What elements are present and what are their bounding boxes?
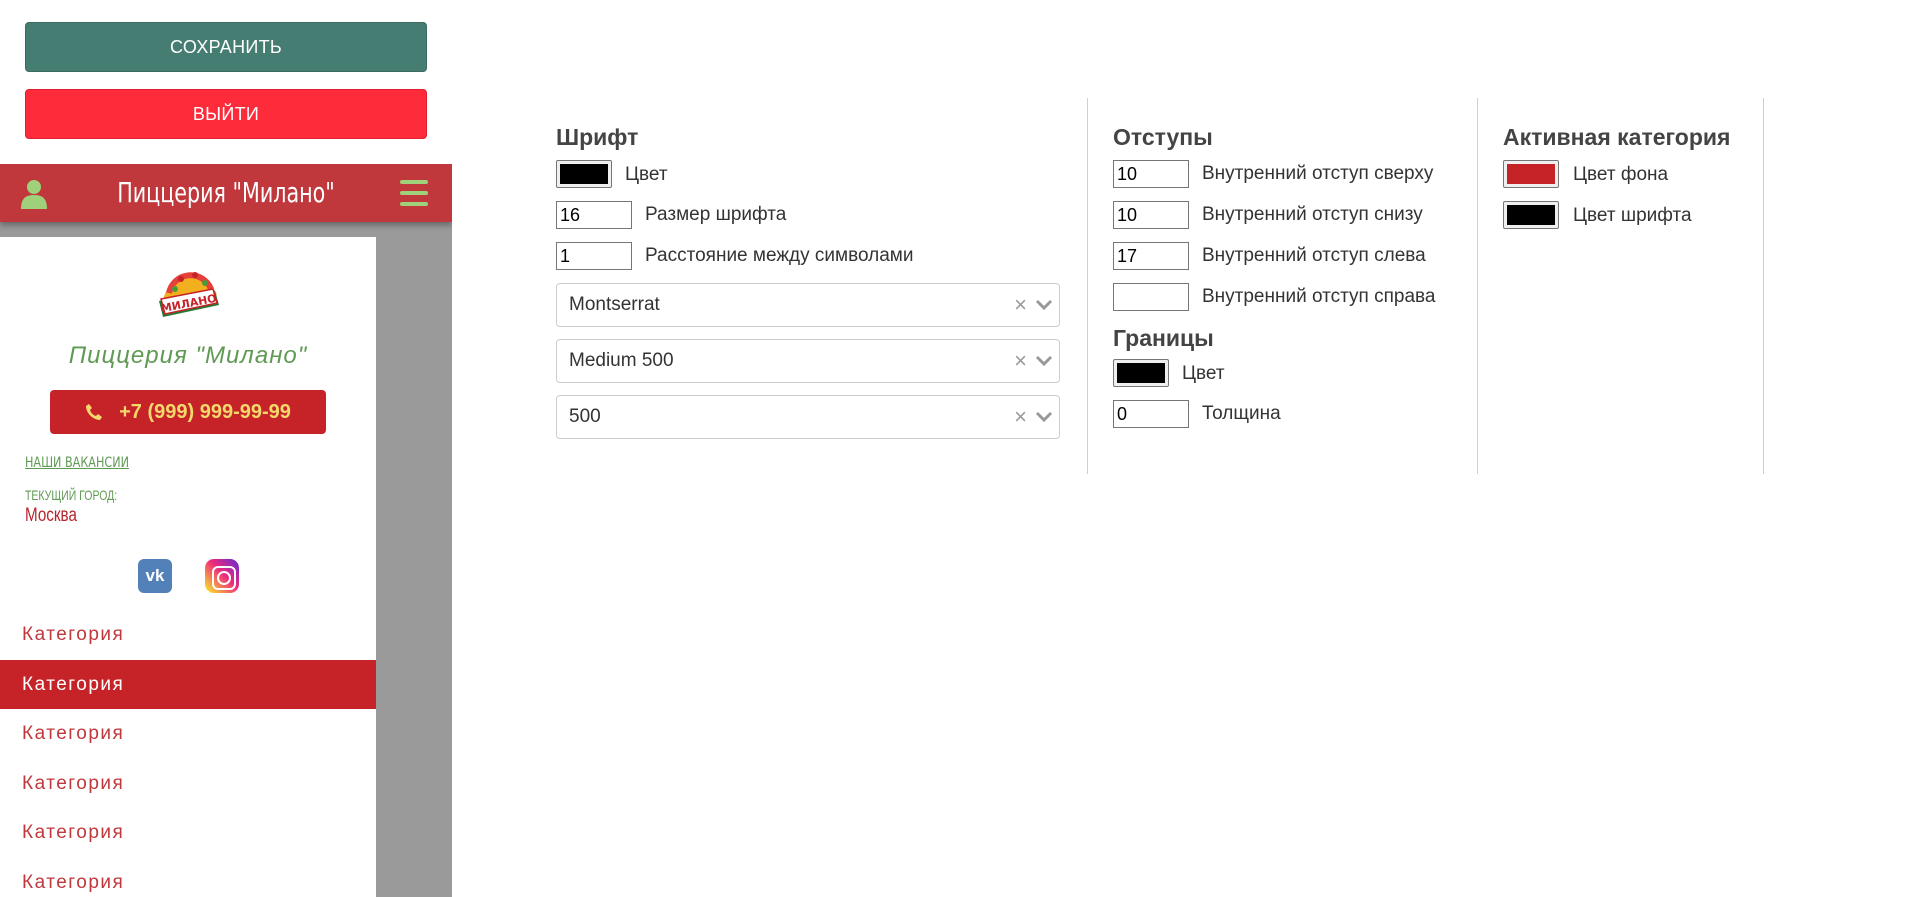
- clear-icon[interactable]: ×: [1014, 340, 1027, 382]
- padding-right-label: Внутренний отступ справа: [1202, 286, 1436, 307]
- font-style-select[interactable]: Medium 500 ×: [556, 339, 1060, 383]
- category-item[interactable]: Категория: [0, 759, 376, 809]
- chevron-down-icon[interactable]: [1035, 297, 1053, 313]
- border-color-label: Цвет: [1182, 363, 1225, 384]
- current-city[interactable]: Москва: [25, 505, 77, 527]
- phone-icon: [86, 404, 103, 420]
- preview-header: Пиццерия "Милано": [0, 164, 452, 222]
- border-color-picker[interactable]: [1113, 359, 1169, 387]
- font-style-value: Medium 500: [569, 350, 674, 371]
- padding-bottom-label: Внутренний отступ снизу: [1202, 204, 1423, 225]
- active-font-color-swatch: [1507, 205, 1555, 225]
- font-size-input[interactable]: 16: [556, 201, 632, 229]
- border-width-input[interactable]: 0: [1113, 400, 1189, 428]
- city-label: ТЕКУЩИЙ ГОРОД:: [25, 487, 118, 503]
- font-family-select[interactable]: Montserrat ×: [556, 283, 1060, 327]
- exit-button[interactable]: ВЫЙТИ: [25, 89, 427, 139]
- preview-phone-button[interactable]: +7 (999) 999-99-99: [50, 390, 326, 434]
- chevron-down-icon[interactable]: [1035, 353, 1053, 369]
- category-item[interactable]: Категория: [0, 808, 376, 858]
- preview-brand-name: Пиццерия "Милано": [68, 342, 308, 369]
- divider: [1087, 98, 1088, 474]
- save-button[interactable]: СОХРАНИТЬ: [25, 22, 427, 72]
- font-weight-value: 500: [569, 406, 601, 427]
- font-color-picker[interactable]: [556, 160, 612, 188]
- padding-section-title: Отступы: [1113, 124, 1213, 150]
- border-color-swatch: [1117, 363, 1165, 383]
- active-bg-color-label: Цвет фона: [1573, 164, 1669, 185]
- font-family-value: Montserrat: [569, 294, 660, 315]
- clear-icon[interactable]: ×: [1014, 396, 1027, 438]
- padding-bottom-input[interactable]: 10: [1113, 201, 1189, 229]
- site-preview: Пиццерия "Милано" МИЛАНО Пиццерия "Милан…: [0, 164, 452, 897]
- chevron-down-icon[interactable]: [1035, 409, 1053, 425]
- divider: [1763, 98, 1764, 474]
- vacancies-link[interactable]: НАШИ ВАКАНСИИ: [25, 455, 129, 471]
- borders-section-title: Границы: [1113, 325, 1214, 351]
- font-section-title: Шрифт: [556, 124, 639, 150]
- active-category-section-title: Активная категория: [1503, 124, 1731, 150]
- preview-header-title: Пиццерия "Милано": [117, 176, 335, 209]
- preview-side-menu: МИЛАНО Пиццерия "Милано" +7 (999) 999-99…: [0, 237, 376, 897]
- padding-top-label: Внутренний отступ сверху: [1202, 163, 1434, 184]
- category-item[interactable]: Категория: [0, 709, 376, 759]
- padding-left-label: Внутренний отступ слева: [1202, 245, 1426, 266]
- menu-hamburger-icon[interactable]: [400, 180, 428, 206]
- clear-icon[interactable]: ×: [1014, 284, 1027, 326]
- category-item[interactable]: Категория: [0, 610, 376, 660]
- font-size-label: Размер шрифта: [645, 204, 787, 225]
- category-item-active[interactable]: Категория: [0, 659, 376, 709]
- active-font-color-picker[interactable]: [1503, 201, 1559, 229]
- letter-spacing-label: Расстояние между символами: [645, 245, 914, 266]
- border-width-label: Толщина: [1202, 403, 1281, 424]
- padding-left-input[interactable]: 17: [1113, 242, 1189, 270]
- letter-spacing-input[interactable]: 1: [556, 242, 632, 270]
- preview-phone-text: +7 (999) 999-99-99: [119, 400, 291, 423]
- font-color-label: Цвет: [625, 164, 668, 185]
- active-font-color-label: Цвет шрифта: [1573, 205, 1692, 226]
- active-bg-color-picker[interactable]: [1503, 160, 1559, 188]
- active-bg-color-swatch: [1507, 164, 1555, 184]
- padding-top-input[interactable]: 10: [1113, 160, 1189, 188]
- padding-right-input[interactable]: [1113, 283, 1189, 311]
- category-item[interactable]: Категория: [0, 858, 376, 897]
- vk-icon[interactable]: vk: [138, 559, 172, 593]
- instagram-icon[interactable]: [205, 559, 239, 593]
- pizza-logo-icon: МИЛАНО: [159, 272, 219, 317]
- preview-category-list: Категория Категория Категория Категория …: [0, 610, 376, 897]
- divider: [1477, 98, 1478, 474]
- font-color-swatch: [560, 164, 608, 184]
- font-weight-select[interactable]: 500 ×: [556, 395, 1060, 439]
